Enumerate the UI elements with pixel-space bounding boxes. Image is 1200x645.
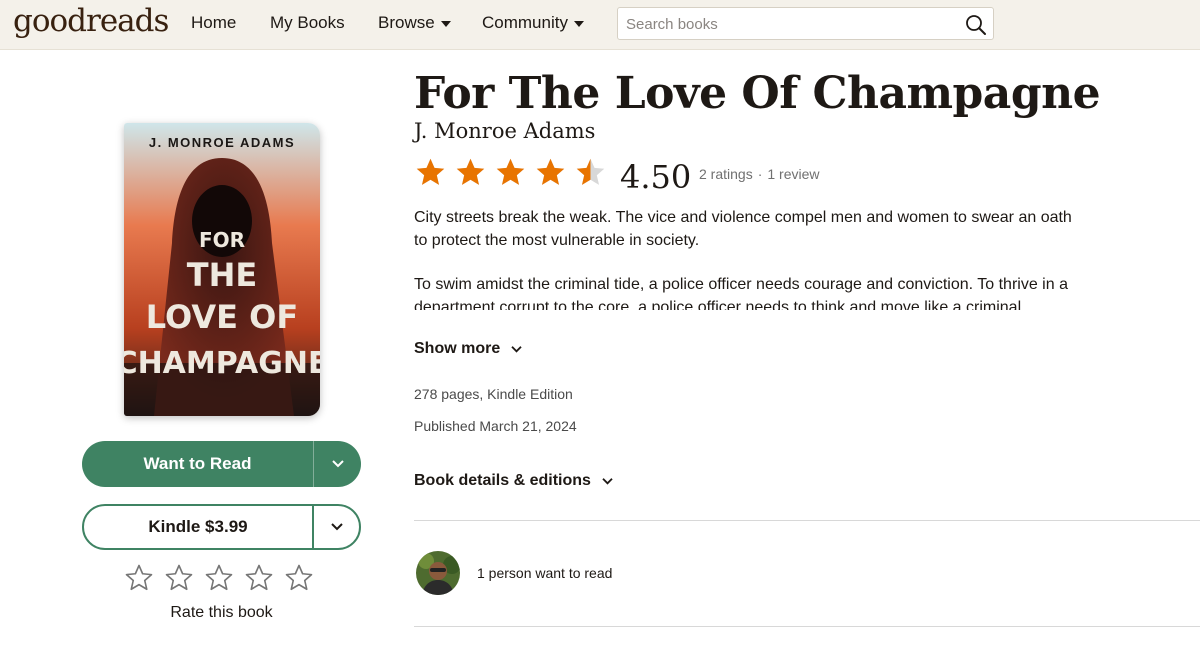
rate-star-1[interactable] [124, 563, 154, 593]
reviews-count-link[interactable]: 1 review [767, 166, 819, 182]
ratings-count-link[interactable]: 2 ratings [699, 166, 753, 182]
rating-star-icon [456, 158, 485, 185]
cover-title-line-2: THE [187, 256, 257, 294]
separator-dot: · [757, 166, 763, 182]
rating-star-icon [576, 158, 605, 185]
top-nav-bar: goodreads Home My Books Browse Community [0, 0, 1200, 50]
average-rating-value: 4.50 [620, 158, 692, 196]
rating-counts: 2 ratings · 1 review [699, 166, 820, 182]
rate-star-3[interactable] [204, 563, 234, 593]
cover-title-line-3: LOVE OF [146, 298, 298, 336]
rate-star-5[interactable] [284, 563, 314, 593]
section-divider [414, 626, 1200, 627]
show-more-button[interactable]: Show more [414, 340, 523, 358]
search-box [617, 7, 994, 40]
book-details-label: Book details & editions [414, 472, 591, 489]
nav-home-label: Home [191, 13, 237, 32]
show-more-label: Show more [414, 340, 501, 357]
goodreads-logo[interactable]: goodreads [13, 3, 169, 39]
cover-title-line-4: CHAMPAGNE [124, 346, 320, 381]
publication-date: Published March 21, 2024 [414, 418, 577, 434]
description-paragraph-2: To swim amidst the criminal tide, a poli… [414, 276, 1068, 310]
want-to-read-button[interactable]: Want to Read [82, 441, 314, 487]
book-details-toggle[interactable]: Book details & editions [414, 472, 614, 490]
cover-author: J. MONROE ADAMS [149, 135, 295, 150]
nav-browse[interactable]: Browse [378, 13, 451, 33]
rate-this-book-stars [124, 563, 314, 593]
cover-title-line-1: FOR [199, 228, 245, 252]
average-rating-stars [414, 156, 607, 189]
rating-star-icon [416, 158, 445, 185]
caret-down-icon [440, 21, 451, 27]
chevron-down-icon [330, 523, 343, 531]
kindle-button-group: Kindle $3.99 [82, 504, 361, 550]
want-to-read-button-group: Want to Read [82, 441, 361, 487]
author-link[interactable]: J. Monroe Adams [414, 119, 595, 143]
book-cover[interactable]: J. MONROE ADAMS FOR THE LOVE OF CHAMPAGN… [124, 123, 320, 416]
chevron-down-icon [511, 345, 522, 353]
book-description: City streets break the weak. The vice an… [414, 206, 1074, 310]
rate-this-book-label: Rate this book [170, 604, 273, 621]
description-paragraph-1: City streets break the weak. The vice an… [414, 209, 1072, 249]
avatar[interactable] [416, 551, 460, 595]
nav-community[interactable]: Community [482, 13, 584, 33]
rate-star-4[interactable] [244, 563, 274, 593]
search-icon[interactable] [965, 14, 987, 36]
caret-down-icon [573, 21, 584, 27]
rating-star-icon [496, 158, 525, 185]
rate-star-2[interactable] [164, 563, 194, 593]
want-to-read-count: 1 person want to read [477, 565, 613, 581]
buy-options-dropdown-button[interactable] [314, 506, 359, 548]
section-divider [414, 520, 1200, 521]
book-title: For The Love Of Champagne [414, 68, 1101, 119]
shelf-dropdown-button[interactable] [314, 441, 361, 487]
nav-browse-label: Browse [378, 13, 435, 32]
nav-community-label: Community [482, 13, 568, 32]
chevron-down-icon [331, 460, 344, 468]
nav-home[interactable]: Home [191, 13, 236, 33]
nav-my-books[interactable]: My Books [270, 13, 345, 33]
rating-star-icon [536, 158, 565, 185]
pages-format: 278 pages, Kindle Edition [414, 386, 573, 402]
search-input[interactable] [626, 13, 956, 35]
chevron-down-icon [602, 477, 613, 485]
kindle-buy-button[interactable]: Kindle $3.99 [84, 506, 314, 548]
nav-my-books-label: My Books [270, 13, 345, 32]
